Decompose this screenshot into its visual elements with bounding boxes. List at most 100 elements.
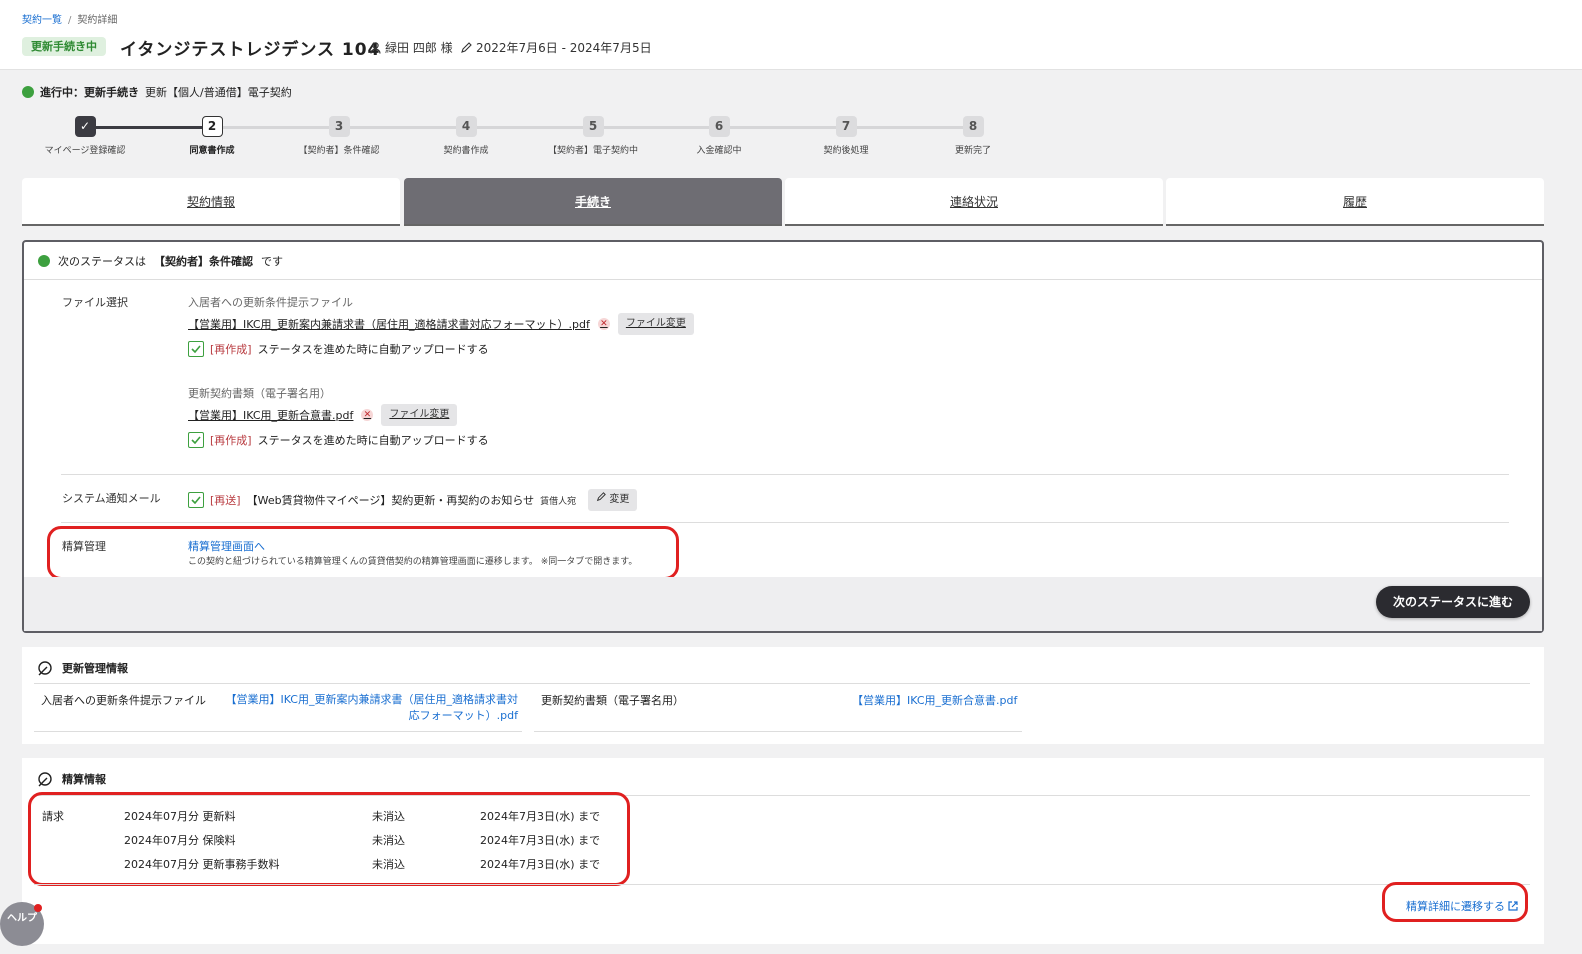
settlement-info-header: 精算情報 — [36, 771, 106, 787]
person-icon — [370, 41, 381, 54]
auto-upload-text: ステータスを進めた時に自動アップロードする — [257, 343, 489, 356]
breadcrumb-contract-list[interactable]: 契約一覧 — [22, 15, 62, 26]
highlight-annotation — [28, 792, 630, 886]
panel-footer: 次のステータスに進む — [24, 577, 1542, 631]
status-badge: 更新手続き中 — [22, 37, 106, 56]
next-status-suffix: です — [261, 254, 283, 268]
tab-procedure[interactable]: 手続き — [404, 178, 782, 226]
step-3: 3 【契約者】条件確認 — [279, 116, 399, 156]
progress-type: 更新【個人/普通借】電子契約 — [145, 86, 292, 99]
step-7: 7 契約後処理 — [786, 116, 906, 156]
renewal-file-label: 入居者への更新条件提示ファイル — [41, 694, 206, 707]
step-number: ✓ — [74, 116, 96, 137]
divider — [61, 522, 1509, 523]
tab-history[interactable]: 履歴 — [1166, 178, 1544, 226]
tenant-name: 緑田 四郎 様 — [385, 41, 453, 55]
divider — [34, 731, 522, 732]
auto-upload-1-checkbox[interactable]: [再作成] ステータスを進めた時に自動アップロードする — [188, 341, 489, 357]
change-mail-button[interactable]: 変更 — [588, 489, 638, 511]
step-number: 6 — [708, 116, 730, 137]
mail-recipient: 賃借人宛 — [540, 496, 577, 507]
step-8: 8 更新完了 — [913, 116, 1033, 156]
next-status-header: 次のステータスは 【契約者】条件確認 です — [24, 242, 1542, 280]
remove-file1-icon[interactable]: ✕ — [597, 318, 610, 330]
renewal-info-header: 更新管理情報 — [36, 660, 128, 676]
step-number: 7 — [835, 116, 857, 137]
step-label: 同意書作成 — [189, 146, 235, 156]
settlement-info-title: 精算情報 — [62, 773, 106, 786]
step-label: マイページ登録確認 — [44, 146, 126, 156]
file1-link[interactable]: 【営業用】IKC用_更新案内兼請求書（居住用_適格請求書対応フォーマット）.pd… — [188, 316, 590, 332]
file1-row: 【営業用】IKC用_更新案内兼請求書（居住用_適格請求書対応フォーマット）.pd… — [188, 313, 694, 335]
step-number: 5 — [582, 116, 604, 137]
highlight-annotation — [1382, 882, 1528, 922]
auto-upload-2-checkbox[interactable]: [再作成] ステータスを進めた時に自動アップロードする — [188, 432, 489, 448]
breadcrumb-separator: / — [68, 15, 72, 26]
step-number: 2 — [201, 116, 223, 137]
step-number: 8 — [962, 116, 984, 137]
pen-icon — [461, 41, 472, 53]
step-label: 契約後処理 — [823, 146, 869, 156]
resend-mail-checkbox[interactable]: [再送] 【Web賃貸物件マイページ】契約更新・再契約のお知らせ 賃借人宛 変更 — [188, 489, 638, 511]
step-1: ✓ マイページ登録確認 — [25, 116, 145, 156]
divider — [34, 884, 1530, 885]
progress-label: 進行中：更新手続き — [40, 86, 139, 99]
highlight-annotation — [47, 526, 679, 580]
checkbox-checked-icon[interactable] — [188, 341, 204, 357]
renewal-contract-link[interactable]: 【営業用】IKC用_更新合意書.pdf — [852, 692, 1017, 708]
change-file2-button[interactable]: ファイル変更 — [381, 404, 458, 426]
page-header: 契約一覧 / 契約詳細 更新手続き中 イタンジテストレジデンス 104 緑田 四郎 … — [0, 0, 1582, 70]
file2-title: 更新契約書類（電子署名用） — [188, 387, 331, 400]
notification-dot — [34, 904, 42, 912]
tab-contract-info[interactable]: 契約情報 — [22, 178, 400, 226]
renewal-file-line1: 【営業用】IKC用_更新案内兼請求書（居住用_適格請求書対 — [225, 693, 518, 706]
tab-contact-status[interactable]: 連絡状況 — [785, 178, 1163, 226]
contract-period: 2022年7月6日 - 2024年7月5日 — [460, 39, 652, 56]
file2-link[interactable]: 【営業用】IKC用_更新合意書.pdf — [188, 407, 353, 423]
step-label: 【契約者】条件確認 — [298, 146, 380, 156]
breadcrumb: 契約一覧 / 契約詳細 — [22, 11, 117, 26]
settlement-info-section: 精算情報 請求 2024年07月分 更新料 未消込 2024年7月3日(水) まで 2… — [22, 758, 1544, 944]
renewal-file-link[interactable]: 【営業用】IKC用_更新案内兼請求書（居住用_適格請求書対応フォーマット）.pd… — [218, 692, 518, 724]
checkbox-checked-icon[interactable] — [188, 492, 204, 508]
feather-pen-icon — [38, 661, 52, 676]
auto-upload-text: ステータスを進めた時に自動アップロードする — [257, 434, 489, 447]
step-2: 2 同意書作成 — [152, 116, 272, 156]
step-5: 5 【契約者】電子契約中 — [533, 116, 653, 156]
pen-icon — [597, 492, 607, 502]
step-number: 3 — [328, 116, 350, 137]
change-file1-button[interactable]: ファイル変更 — [617, 313, 694, 335]
step-number: 4 — [455, 116, 477, 137]
status-dot-icon — [22, 86, 34, 98]
divider — [61, 474, 1509, 475]
breadcrumb-current: 契約詳細 — [77, 15, 118, 26]
step-label: 入金確認中 — [696, 146, 742, 156]
renewal-info-title: 更新管理情報 — [62, 662, 128, 675]
page-title: イタンジテストレジデンス 104 — [120, 40, 381, 60]
step-6: 6 入金確認中 — [659, 116, 779, 156]
renewal-contract-label: 更新契約書類（電子署名用） — [541, 694, 684, 707]
checkbox-checked-icon[interactable] — [188, 432, 204, 448]
file-select-label: ファイル選択 — [62, 296, 128, 309]
step-4: 4 契約書作成 — [406, 116, 526, 156]
period-text: 2022年7月6日 - 2024年7月5日 — [476, 41, 652, 55]
procedure-panel: 次のステータスは 【契約者】条件確認 です ファイル選択 入居者への更新条件提示… — [22, 240, 1544, 633]
next-status-button[interactable]: 次のステータスに進む — [1375, 586, 1530, 618]
divider — [34, 683, 1530, 684]
step-label: 更新完了 — [954, 146, 991, 156]
mail-subject: 【Web賃貸物件マイページ】契約更新・再契約のお知らせ — [246, 494, 535, 507]
resend-tag: [再送] — [210, 494, 241, 507]
regen-tag: [再作成] — [210, 434, 252, 447]
tenant-info: 緑田 四郎 様 — [370, 39, 453, 56]
next-status-prefix: 次のステータスは — [58, 254, 146, 268]
regen-tag: [再作成] — [210, 343, 252, 356]
file2-row: 【営業用】IKC用_更新合意書.pdf ✕ ファイル変更 — [188, 404, 458, 426]
renewal-file-line2: 応フォーマット）.pdf — [408, 709, 518, 722]
next-status-value: 【契約者】条件確認 — [154, 254, 253, 268]
change-label: 変更 — [609, 494, 630, 505]
remove-file2-icon[interactable]: ✕ — [361, 409, 374, 421]
feather-pen-icon — [38, 772, 52, 787]
step-label: 契約書作成 — [443, 146, 489, 156]
status-dot-icon — [38, 254, 50, 267]
step-label: 【契約者】電子契約中 — [547, 146, 638, 156]
